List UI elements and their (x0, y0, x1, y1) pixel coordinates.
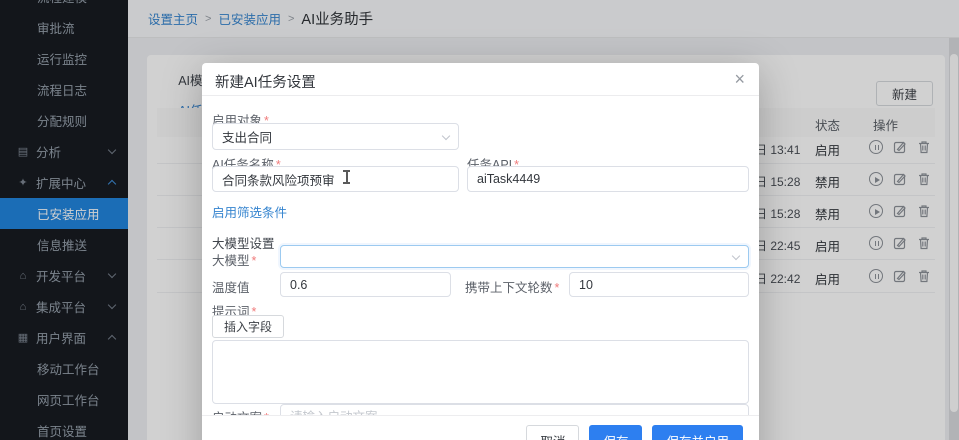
model-select[interactable] (280, 245, 749, 268)
required-asterisk: * (555, 281, 560, 295)
chevron-down-icon (732, 252, 740, 260)
save-and-enable-button[interactable]: 保存并启用 (652, 425, 743, 440)
prompt-textarea[interactable] (212, 340, 749, 404)
task-api-input[interactable] (467, 166, 749, 192)
modal-footer: 取消 保存 保存并启用 (202, 415, 759, 440)
task-name-input[interactable] (212, 166, 459, 192)
required-asterisk: * (252, 254, 257, 268)
modal-title: 新建AI任务设置 (215, 71, 316, 92)
context-rounds-input[interactable] (569, 272, 749, 297)
close-icon[interactable]: × (734, 68, 745, 90)
app-window: 流程建模 审批流 运行监控 流程日志 分配规则 ▤ 分析 ✦ 扩展中心 已安装应… (0, 0, 959, 440)
new-ai-task-modal: 新建AI任务设置 × 启用对象* 支出合同 AI任务名称* 任务API* 启用筛… (202, 63, 759, 440)
save-button[interactable]: 保存 (589, 425, 642, 440)
chevron-down-icon (442, 132, 450, 140)
context-rounds-label: 携带上下文轮数 (465, 281, 553, 295)
text-cursor-icon (346, 171, 348, 183)
model-label: 大模型 (212, 254, 250, 268)
cancel-button[interactable]: 取消 (526, 425, 579, 440)
enable-filter-link[interactable]: 启用筛选条件 (212, 202, 287, 221)
insert-field-button[interactable]: 插入字段 (212, 315, 284, 338)
temperature-label: 温度值 (212, 277, 250, 296)
enable-object-select[interactable]: 支出合同 (212, 123, 459, 150)
temperature-input[interactable] (280, 272, 451, 297)
